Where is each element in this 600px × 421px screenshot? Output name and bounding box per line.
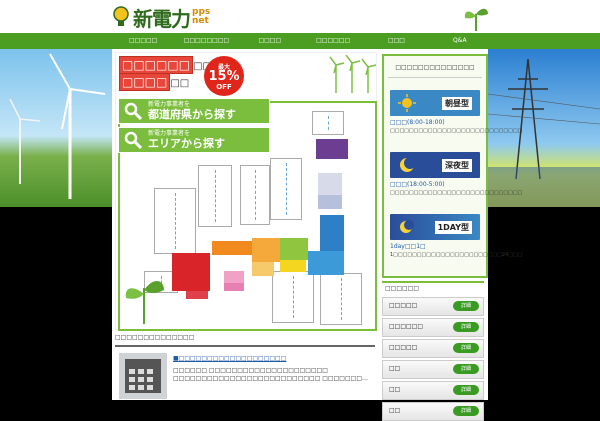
nav-item-4[interactable]: □□□□□□: [301, 33, 364, 49]
detail-button[interactable]: 詳細: [453, 406, 479, 416]
region-callout[interactable]: [272, 271, 314, 323]
company-row[interactable]: □□□□□ 詳細: [382, 339, 484, 358]
map-shikoku-2[interactable]: [224, 283, 244, 291]
region-callout[interactable]: [270, 158, 302, 220]
region-callout[interactable]: [198, 165, 232, 227]
wind-turbine-illustration: [9, 53, 106, 199]
company-row[interactable]: □□ 詳細: [382, 381, 484, 400]
map-kansai-2[interactable]: [252, 262, 274, 276]
map-tohoku[interactable]: [318, 173, 342, 195]
search-by-prefecture-button[interactable]: 新電力事業者を 都道府県から探す: [118, 98, 270, 124]
company-row[interactable]: □□ 詳細: [382, 402, 484, 421]
map-tohoku-2[interactable]: [318, 195, 342, 209]
map-kanto[interactable]: [320, 215, 344, 251]
region-callout[interactable]: [320, 273, 362, 325]
calculator-thumbnail: [119, 353, 167, 399]
sun-moon-icon: [400, 220, 414, 233]
lightbulb-icon: [113, 6, 129, 26]
news-article[interactable]: ■□□□□□□□□□□□□□□□□□□□ □□□□□□ □□□□□□□□□□□□…: [115, 351, 375, 400]
map-kyushu-2[interactable]: [186, 291, 208, 299]
region-callout[interactable]: [312, 111, 344, 135]
nav-item-1[interactable]: □□□□□: [112, 33, 175, 49]
wind-turbines-icon: [329, 55, 376, 93]
nav-item-3[interactable]: □□□□: [238, 33, 301, 49]
news-article-title[interactable]: ■□□□□□□□□□□□□□□□□□□□: [173, 355, 286, 362]
detail-button[interactable]: 詳細: [453, 385, 479, 395]
map-shikoku[interactable]: [224, 271, 244, 283]
search-by-area-button[interactable]: 新電力事業者を エリアから探す: [118, 127, 270, 153]
company-list: □□□□□□ □□□□□ 詳細 □□□□□□ 詳細 □□□□□ 詳細 □□ 詳細 □□ 詳…: [382, 281, 484, 421]
site-header: 新電力 pps net: [0, 0, 600, 33]
detail-button[interactable]: 詳細: [453, 301, 479, 311]
nav-item-5[interactable]: □□□: [365, 33, 428, 49]
wind-turbine-photo: [0, 49, 112, 207]
detail-button[interactable]: 詳細: [453, 322, 479, 332]
plan-daytime[interactable]: 朝昼型 □□□(8:00-18:00) □□□□□□□□□□□□□□□□□□□□…: [390, 90, 522, 135]
sun-icon: [398, 94, 416, 112]
map-kanto-2[interactable]: [308, 251, 344, 275]
search-icon: [124, 102, 142, 120]
search-icon: [124, 131, 142, 149]
brand-name: 新電力: [133, 6, 191, 31]
region-callout[interactable]: [240, 165, 270, 225]
hero-title: □□□□□□ □□ □□□□ □□: [119, 56, 212, 91]
region-callout[interactable]: [154, 188, 196, 254]
detail-button[interactable]: 詳細: [453, 364, 479, 374]
sidebar: □□□□□□□□□□□□□□ 朝昼型 □□□(8:00-18:00) □□□□□…: [378, 49, 522, 421]
hero-banner: □□□□□□ □□ □□□□ □□ 最大 15% OFF 新電力事業者を 都道府…: [115, 52, 377, 331]
map-chubu[interactable]: [280, 238, 308, 260]
moon-icon: [400, 157, 416, 172]
company-row[interactable]: □□□□□ 詳細: [382, 297, 484, 316]
main-nav: □□□□□ □□□□□□□□ □□□□ □□□□□□ □□□ Q&A: [0, 33, 600, 49]
map-kyushu[interactable]: [172, 253, 210, 291]
leaf-icon: [464, 8, 488, 31]
company-list-heading: □□□□□□: [382, 281, 484, 295]
main-content: □□□□□□ □□ □□□□ □□ 最大 15% OFF 新電力事業者を 都道府…: [112, 49, 378, 400]
map-chubu-2[interactable]: [280, 260, 306, 272]
map-chugoku[interactable]: [212, 241, 252, 255]
news-section-heading: □□□□□□□□□□□□□□: [115, 331, 375, 347]
news-article-body: □□□□□□ □□□□□□□□□□□□□□□□□□□□□ □□□□□□□□□□□…: [173, 367, 368, 382]
plan-types-heading: □□□□□□□□□□□□□□: [388, 56, 482, 78]
leaf-plant-icon: [125, 280, 164, 324]
detail-button[interactable]: 詳細: [453, 343, 479, 353]
map-kansai[interactable]: [252, 238, 280, 262]
company-row[interactable]: □□ 詳細: [382, 360, 484, 379]
plan-1day[interactable]: 1DAY型 1day□□1□ 1□□□□□□□□□□□□□□□□□□□□□□□2…: [390, 214, 522, 259]
nav-item-2[interactable]: □□□□□□□□: [175, 33, 238, 49]
nav-item-qa[interactable]: Q&A: [428, 33, 491, 49]
brand-sub: pps net: [192, 7, 211, 26]
discount-badge: 最大 15% OFF: [204, 56, 244, 96]
plan-types-panel: □□□□□□□□□□□□□□ 朝昼型 □□□(8:00-18:00) □□□□□…: [382, 54, 522, 278]
company-row[interactable]: □□□□□□ 詳細: [382, 318, 484, 337]
site-logo[interactable]: 新電力 pps net: [112, 3, 210, 31]
map-hokkaido[interactable]: [316, 139, 348, 159]
plan-nighttime[interactable]: 深夜型 □□□(18:00-5:00) □□□□□□□□□□□□□□□□□□□□…: [390, 152, 522, 197]
